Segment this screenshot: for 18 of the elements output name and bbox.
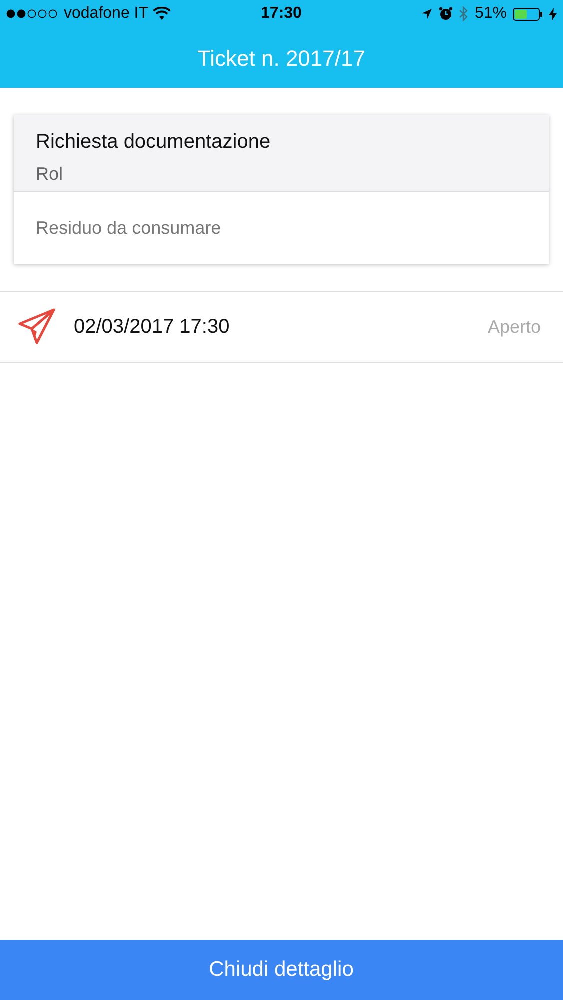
status-time: 17:30 [261,4,302,24]
battery-icon [512,8,543,20]
battery-percent: 51% [474,4,507,24]
signal-icon [6,9,60,19]
carrier-name: vodafone IT [64,4,148,24]
paper-plane-icon [18,308,56,346]
alarm-clock-icon [438,7,453,21]
close-detail-button[interactable]: Chiudi dettaglio [0,940,563,1000]
charging-bolt-icon [548,8,557,20]
card-title: Richiesta documentazione [36,130,272,155]
event-status: Aperto [488,316,542,339]
location-arrow-icon [420,8,433,20]
card-note: Residuo da consumare [36,216,222,240]
wifi-icon [152,7,170,21]
card-subtitle: Rol [36,163,64,186]
nav-title: Ticket n. 2017/17 [198,44,366,72]
event-datetime: 02/03/2017 17:30 [74,315,231,340]
bluetooth-icon [458,6,469,22]
